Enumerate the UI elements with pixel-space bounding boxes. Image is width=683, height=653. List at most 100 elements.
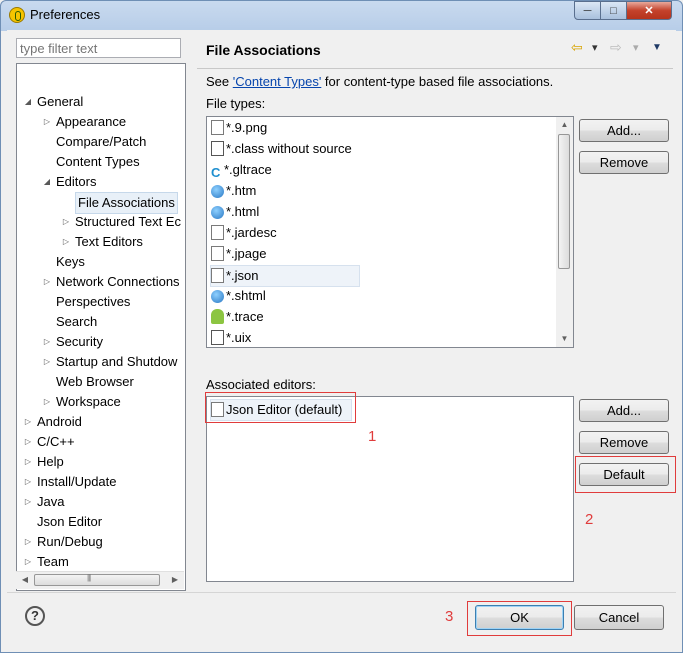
file-types-add-button[interactable]: Add... <box>579 119 669 142</box>
tree-item-label: Java <box>37 494 65 509</box>
tree-item[interactable]: ▷ Run/Debug <box>17 532 185 552</box>
tree-item-label: Perspectives <box>56 294 131 309</box>
tree-item[interactable]: ▷ Startup and Shutdow <box>17 352 185 372</box>
tree-item[interactable]: Perspectives <box>17 292 185 312</box>
tree-item[interactable]: ▷ Security <box>17 332 185 352</box>
close-button[interactable]: ✕ <box>626 1 672 20</box>
file-types-remove-button[interactable]: Remove <box>579 151 669 174</box>
tree-item[interactable]: ▷ Help <box>17 452 185 472</box>
filter-input-box[interactable] <box>16 38 181 58</box>
scroll-up-arrow-icon[interactable]: ▲ <box>556 117 573 133</box>
editors-remove-button[interactable]: Remove <box>579 431 669 454</box>
tree-item-label: Keys <box>56 254 85 269</box>
tree-expand-icon[interactable]: ▷ <box>24 552 32 572</box>
tree-expand-icon[interactable]: ▷ <box>24 492 32 512</box>
forward-dropdown-icon[interactable]: ▾ <box>633 41 639 54</box>
list-item-label: *.shtml <box>226 288 266 303</box>
bin-icon <box>211 141 224 156</box>
title-bar[interactable]: Preferences ─ □ ✕ <box>1 1 682 29</box>
tree-expand-icon[interactable]: ▷ <box>43 272 51 292</box>
list-item[interactable]: *.jpage <box>211 244 266 264</box>
tree-expand-icon[interactable]: ▷ <box>62 212 70 232</box>
tree-expand-icon[interactable]: ▷ <box>43 332 51 352</box>
tree-item[interactable]: ◢ General <box>17 92 185 112</box>
tree-item[interactable]: Content Types <box>17 152 185 172</box>
scroll-thumb[interactable] <box>34 573 160 586</box>
annotation-number-3: 3 <box>445 608 454 625</box>
annotation-number-1: 1 <box>368 428 377 445</box>
tree-expand-icon[interactable]: ▷ <box>24 452 32 472</box>
tree-expand-icon[interactable]: ▷ <box>43 392 51 412</box>
list-item[interactable]: *.json <box>210 265 360 287</box>
scroll-thumb[interactable] <box>558 134 570 269</box>
editors-add-button[interactable]: Add... <box>579 399 669 422</box>
tree-item-label: Editors <box>56 174 97 189</box>
ok-button[interactable]: OK <box>475 605 564 630</box>
tree-expand-icon[interactable]: ▷ <box>24 532 32 552</box>
page-title: File Associations <box>206 42 321 58</box>
minimize-button[interactable]: ─ <box>574 1 601 20</box>
doc-icon <box>211 225 224 240</box>
tree-item[interactable]: Keys <box>17 252 185 272</box>
desc-text-after: for content-type based file associations… <box>321 74 554 89</box>
list-item[interactable]: *.htm <box>211 181 256 201</box>
tree-item[interactable]: ▷ Appearance <box>17 112 185 132</box>
help-icon[interactable]: ? <box>25 606 45 626</box>
scroll-right-arrow-icon[interactable]: ▶ <box>167 572 183 588</box>
view-menu-icon[interactable]: ▼ <box>652 42 662 53</box>
back-dropdown-icon[interactable]: ▾ <box>592 41 598 54</box>
doc-icon <box>211 120 224 135</box>
tree-expand-icon[interactable]: ▷ <box>62 232 70 252</box>
tree-expand-icon[interactable]: ▷ <box>24 412 32 432</box>
associated-editors-list[interactable]: Json Editor (default) <box>206 396 574 582</box>
annotation-box-editor <box>205 392 356 423</box>
file-types-vertical-scrollbar[interactable]: ▲ ▼ <box>556 117 573 347</box>
tree-item[interactable]: ▷ Team <box>17 552 185 572</box>
content-types-link[interactable]: 'Content Types' <box>233 74 322 89</box>
tree-horizontal-scrollbar[interactable]: ◀ ▶ <box>16 571 184 589</box>
list-item-label: *.htm <box>226 183 257 198</box>
tree-item[interactable]: ▷ Android <box>17 412 185 432</box>
tree-expand-icon[interactable]: ▷ <box>43 112 51 132</box>
list-item[interactable]: *.uix <box>211 328 251 347</box>
forward-arrow-icon[interactable]: ⇨ <box>610 39 622 56</box>
tree-item-label: Run/Debug <box>37 534 103 549</box>
list-item[interactable]: *.html <box>211 202 259 222</box>
tree-item[interactable]: File Associations <box>17 192 185 214</box>
maximize-button[interactable]: □ <box>600 1 627 20</box>
list-item[interactable]: *.jardesc <box>211 223 277 243</box>
back-arrow-icon[interactable]: ⇦ <box>571 39 583 56</box>
scroll-left-arrow-icon[interactable]: ◀ <box>17 572 33 588</box>
list-item-label: *.jardesc <box>226 225 277 240</box>
tree-item[interactable]: Web Browser <box>17 372 185 392</box>
tree-collapse-icon[interactable]: ◢ <box>24 92 32 112</box>
tree-item[interactable]: ▷ C/C++ <box>17 432 185 452</box>
tree-item[interactable]: ◢ Editors <box>17 172 185 192</box>
preference-tree[interactable]: ◢ General ▷ Appearance Compare/Patch Content … <box>16 63 186 591</box>
window-title: Preferences <box>30 7 101 22</box>
filter-input[interactable] <box>20 41 175 56</box>
tree-item[interactable]: Search <box>17 312 185 332</box>
list-item[interactable]: *.shtml <box>211 286 266 306</box>
scroll-down-arrow-icon[interactable]: ▼ <box>556 331 573 347</box>
tree-expand-icon[interactable]: ▷ <box>43 352 51 372</box>
tree-item[interactable]: Json Editor <box>17 512 185 532</box>
footer-divider <box>7 592 676 593</box>
tree-expand-icon[interactable]: ▷ <box>24 432 32 452</box>
tree-expand-icon[interactable]: ▷ <box>24 472 32 492</box>
tree-item[interactable]: ▷ Workspace <box>17 392 185 412</box>
list-item[interactable]: *.trace <box>211 307 264 327</box>
cancel-button[interactable]: Cancel <box>574 605 664 630</box>
list-item[interactable]: *.9.png <box>211 118 267 138</box>
tree-collapse-icon[interactable]: ◢ <box>43 172 51 192</box>
tree-item[interactable]: ▷ Network Connections <box>17 272 185 292</box>
list-item[interactable]: C *.gltrace <box>211 160 272 180</box>
tree-item[interactable]: ▷ Structured Text Ec <box>17 212 185 232</box>
list-item[interactable]: *.class without source <box>211 139 352 159</box>
tree-item[interactable]: Compare/Patch <box>17 132 185 152</box>
tree-item-label: Network Connections <box>56 274 180 289</box>
tree-item[interactable]: ▷ Text Editors <box>17 232 185 252</box>
tree-item[interactable]: ▷ Install/Update <box>17 472 185 492</box>
tree-item[interactable]: ▷ Java <box>17 492 185 512</box>
file-types-list[interactable]: ▲ ▼ *.9.png *.class without source C *.gltr… <box>206 116 574 348</box>
